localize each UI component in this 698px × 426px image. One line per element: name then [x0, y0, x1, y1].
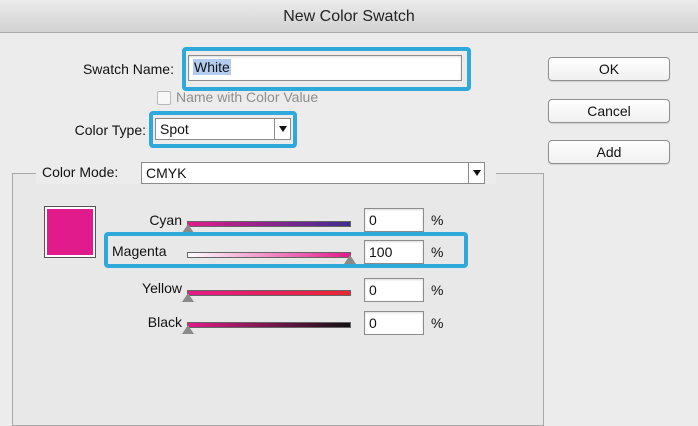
cancel-button[interactable]: Cancel: [548, 99, 670, 123]
black-label: Black: [147, 314, 182, 330]
swatch-name-label: Swatch Name:: [82, 61, 174, 77]
color-mode-label: Color Mode:: [42, 164, 119, 180]
black-slider-thumb[interactable]: [182, 325, 194, 334]
ok-button[interactable]: OK: [548, 57, 670, 81]
black-percent: %: [431, 315, 444, 331]
cyan-percent: %: [431, 212, 444, 228]
black-slider[interactable]: [187, 322, 351, 328]
yellow-slider[interactable]: [187, 290, 351, 296]
magenta-percent: %: [431, 244, 444, 260]
color-type-label: Color Type:: [74, 122, 146, 138]
add-button[interactable]: Add: [548, 140, 670, 164]
window-title: New Color Swatch: [0, 0, 698, 33]
cyan-label: Cyan: [149, 212, 182, 228]
yellow-slider-thumb[interactable]: [182, 293, 194, 302]
magenta-input[interactable]: 100: [364, 240, 424, 264]
magenta-label: Magenta: [112, 243, 167, 259]
yellow-label: Yellow: [142, 280, 182, 296]
swatch-name-value: White: [193, 59, 231, 75]
chevron-down-icon: [468, 163, 484, 183]
color-mode-value: CMYK: [146, 165, 187, 181]
color-mode-dropdown[interactable]: CMYK: [141, 162, 485, 184]
swatch-name-input[interactable]: White: [188, 55, 462, 81]
yellow-percent: %: [431, 282, 444, 298]
color-type-value: Spot: [160, 121, 189, 137]
magenta-slider-thumb[interactable]: [344, 255, 356, 264]
name-with-color-value-checkbox[interactable]: [157, 91, 171, 105]
cyan-input[interactable]: 0: [364, 208, 424, 232]
cyan-slider[interactable]: [187, 221, 351, 227]
name-with-color-value-label: Name with Color Value: [176, 89, 319, 105]
color-preview-swatch: [44, 206, 96, 258]
chevron-down-icon: [274, 119, 290, 139]
magenta-slider[interactable]: [187, 252, 351, 258]
color-type-dropdown[interactable]: Spot: [155, 118, 291, 140]
black-input[interactable]: 0: [364, 311, 424, 335]
yellow-input[interactable]: 0: [364, 278, 424, 302]
